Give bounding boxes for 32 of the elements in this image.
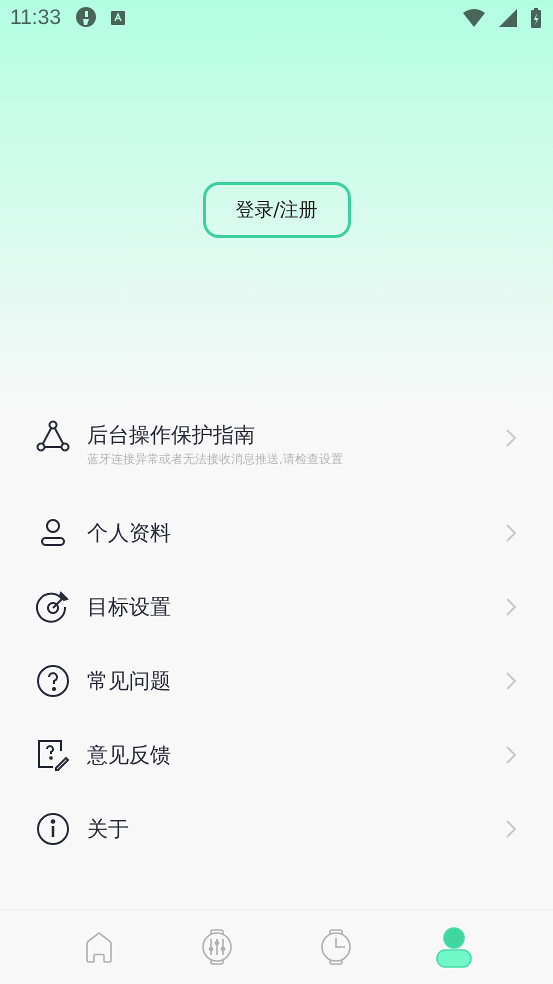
profile-tab[interactable]	[434, 926, 474, 968]
question-icon	[36, 664, 70, 698]
keyboard-notification-icon	[111, 11, 125, 25]
login-register-button[interactable]: 登录/注册	[202, 182, 350, 238]
app-notification-icon	[75, 6, 97, 30]
menu-title: 目标设置	[87, 594, 172, 621]
battery-icon	[531, 8, 541, 28]
menu-item[interactable]: 个人资料	[0, 496, 553, 570]
menu-title: 关于	[87, 816, 130, 843]
menu-item[interactable]: 意见反馈	[0, 718, 553, 792]
chevron-right-icon	[505, 819, 517, 839]
chevron-right-icon	[505, 428, 517, 448]
menu-item[interactable]: 目标设置	[0, 570, 553, 644]
info-icon	[36, 812, 70, 846]
triangle-nodes-icon	[36, 420, 70, 454]
wifi-icon	[463, 9, 485, 27]
feedback-icon	[36, 738, 70, 772]
chevron-right-icon	[505, 523, 517, 543]
menu-title: 意见反馈	[87, 742, 172, 769]
menu-item[interactable]: 常见问题	[0, 644, 553, 718]
menu-title: 后台操作保护指南	[87, 422, 256, 449]
target-icon	[36, 590, 70, 624]
menu-item[interactable]: 后台操作保护指南 蓝牙连接异常或者无法接收消息推送,请检查设置	[0, 410, 553, 496]
status-time: 11:33	[10, 6, 61, 30]
chevron-right-icon	[505, 597, 517, 617]
chevron-right-icon	[505, 745, 517, 765]
signal-icon	[499, 9, 517, 27]
menu-title: 常见问题	[87, 668, 172, 695]
chevron-right-icon	[505, 671, 517, 691]
menu-title: 个人资料	[87, 520, 172, 547]
menu-item[interactable]: 关于	[0, 792, 553, 866]
menu-subtitle: 蓝牙连接异常或者无法接收消息推送,请检查设置	[87, 451, 344, 468]
